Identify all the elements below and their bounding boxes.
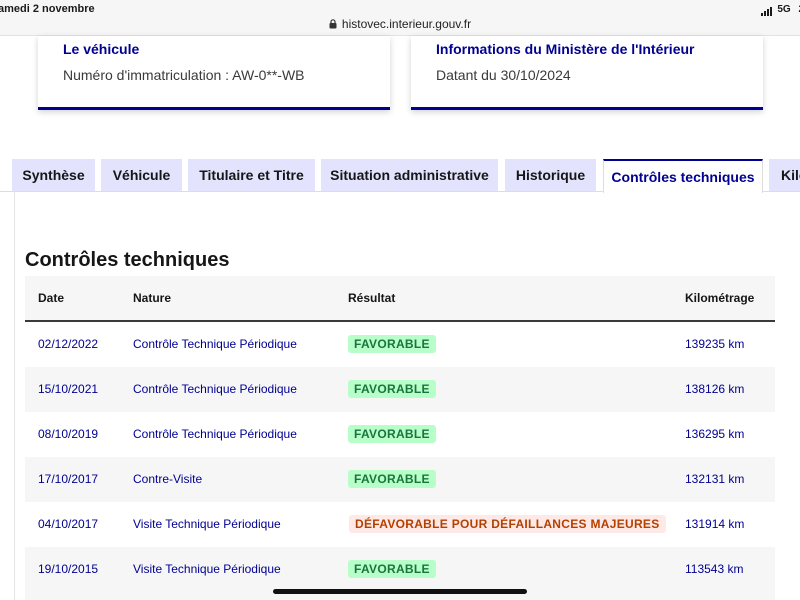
- panel-border: [14, 192, 15, 600]
- result-badge: FAVORABLE: [348, 560, 436, 578]
- signal-icon: [761, 5, 773, 16]
- row-mileage: 139235 km: [685, 337, 745, 351]
- row-mileage: 132131 km: [685, 472, 745, 486]
- section-title: Contrôles techniques: [25, 249, 230, 271]
- tab-bar: Synthèse Véhicule Titulaire et Titre Sit…: [0, 159, 800, 193]
- table-row: 17/10/2017 Contre-Visite FAVORABLE 13213…: [25, 457, 775, 502]
- row-nature: Contrôle Technique Périodique: [133, 382, 297, 396]
- header-nature: Nature: [133, 291, 172, 305]
- row-date: 04/10/2017: [38, 517, 99, 531]
- ministry-card: Informations du Ministère de l'Intérieur…: [411, 36, 763, 110]
- row-mileage: 113543 km: [685, 562, 744, 576]
- tab-controles-techniques[interactable]: Contrôles techniques: [603, 159, 763, 193]
- lock-icon: [329, 19, 337, 29]
- data-date: Datant du 30/10/2024: [436, 67, 571, 83]
- result-badge: FAVORABLE: [348, 470, 436, 488]
- table-row: 04/10/2017 Visite Technique Périodique D…: [25, 502, 775, 547]
- result-badge: DÉFAVORABLE POUR DÉFAILLANCES MAJEURES: [349, 515, 666, 533]
- tab-vehicule[interactable]: Véhicule: [101, 159, 182, 191]
- header-result: Résultat: [348, 291, 396, 305]
- header-date: Date: [38, 291, 65, 305]
- vehicle-card: Le véhicule Numéro d'immatriculation : A…: [38, 36, 390, 110]
- result-badge: FAVORABLE: [348, 335, 436, 353]
- tab-titulaire[interactable]: Titulaire et Titre: [188, 159, 315, 191]
- row-nature: Visite Technique Périodique: [133, 562, 281, 576]
- row-mileage: 136295 km: [685, 427, 745, 441]
- row-nature: Contrôle Technique Périodique: [133, 337, 297, 351]
- tab-historique[interactable]: Historique: [505, 159, 596, 191]
- result-badge: FAVORABLE: [348, 380, 436, 398]
- vehicle-card-title: Le véhicule: [63, 41, 140, 57]
- ministry-card-title: Informations du Ministère de l'Intérieur: [436, 41, 695, 57]
- tab-synthese[interactable]: Synthèse: [12, 159, 95, 191]
- table-header: Date Nature Résultat Kilométrage: [25, 276, 775, 322]
- row-mileage: 131914 km: [685, 517, 745, 531]
- address-bar[interactable]: histovec.interieur.gouv.fr: [0, 17, 800, 31]
- status-indicators: 5G 2: [761, 4, 800, 16]
- tab-situation-administrative[interactable]: Situation administrative: [321, 159, 498, 191]
- row-date: 19/10/2015: [38, 562, 99, 576]
- result-badge: FAVORABLE: [348, 425, 436, 443]
- registration-number: Numéro d'immatriculation : AW-0**-WB: [63, 67, 305, 83]
- status-date: amedi 2 novembre: [0, 3, 95, 15]
- table-row: 15/10/2021 Contrôle Technique Périodique…: [25, 367, 775, 412]
- row-nature: Contrôle Technique Périodique: [133, 427, 297, 441]
- home-indicator[interactable]: [273, 589, 527, 594]
- row-date: 08/10/2019: [38, 427, 99, 441]
- browser-status-bar: amedi 2 novembre histovec.interieur.gouv…: [0, 0, 800, 36]
- row-date: 02/12/2022: [38, 337, 99, 351]
- table-row: 08/10/2019 Contrôle Technique Périodique…: [25, 412, 775, 457]
- table-row: 02/12/2022 Contrôle Technique Périodique…: [25, 322, 775, 367]
- row-date: 15/10/2021: [38, 382, 99, 396]
- row-mileage: 138126 km: [685, 382, 745, 396]
- row-nature: Contre-Visite: [133, 472, 203, 486]
- header-mileage: Kilométrage: [685, 291, 755, 305]
- url-text: histovec.interieur.gouv.fr: [341, 17, 472, 31]
- network-label: 5G: [777, 4, 791, 15]
- row-date: 17/10/2017: [38, 472, 99, 486]
- tab-kilometrage[interactable]: Kilo: [769, 159, 800, 191]
- row-nature: Visite Technique Périodique: [133, 517, 281, 531]
